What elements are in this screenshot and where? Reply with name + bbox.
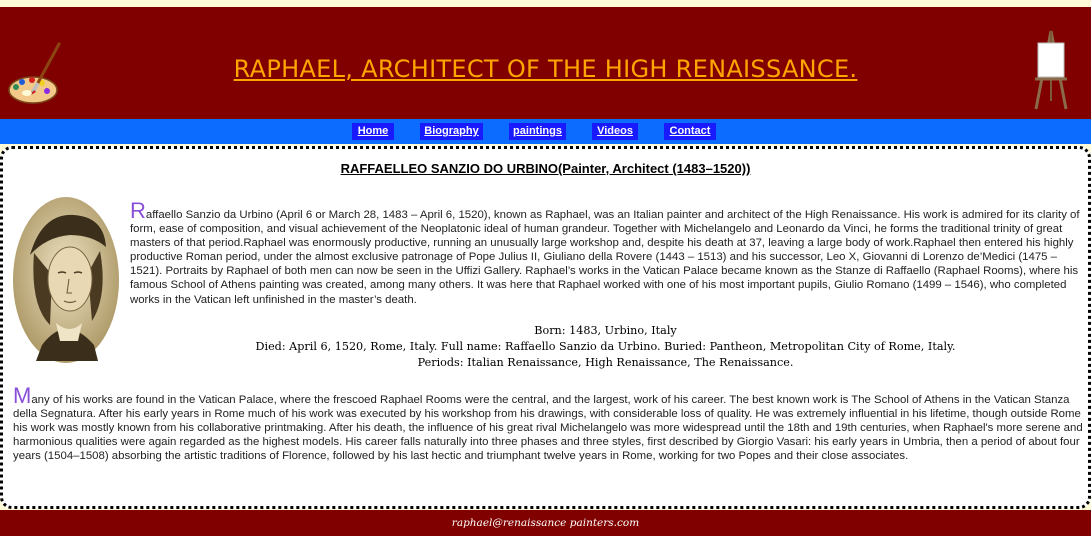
intro-paragraph: Raffaello Sanzio da Urbino (April 6 or M… bbox=[130, 200, 1085, 307]
nav-home-link[interactable]: Home bbox=[352, 123, 394, 140]
site-footer: raphael@renaissance painters.com bbox=[0, 510, 1091, 536]
works-paragraph-text: any of his works are found in the Vatica… bbox=[13, 394, 1083, 463]
footer-email[interactable]: raphael@renaissance painters.com bbox=[0, 517, 1091, 529]
site-header: RAPHAEL, ARCHITECT OF THE HIGH RENAISSAN… bbox=[0, 7, 1091, 119]
nav-videos-link[interactable]: Videos bbox=[592, 123, 638, 140]
raphael-portrait bbox=[13, 197, 119, 363]
section-heading: RAFFAELLEO SANZIO DO URBINO(Painter, Arc… bbox=[340, 161, 751, 176]
nav-paintings-link[interactable]: paintings bbox=[509, 123, 566, 140]
nav-biography-link[interactable]: Biography bbox=[420, 123, 483, 140]
easel-icon bbox=[1034, 30, 1068, 110]
born-fact: Born: 1483, Urbino, Italy bbox=[534, 324, 677, 337]
dropcap-m: M bbox=[13, 383, 32, 408]
main-content: RAFFAELLEO SANZIO DO URBINO(Painter, Arc… bbox=[0, 146, 1091, 509]
facts-block: Born: 1483, Urbino, Italy Died: April 6,… bbox=[123, 323, 1088, 371]
works-paragraph: Many of his works are found in the Vatic… bbox=[13, 385, 1086, 463]
nav-bar: Home Biography paintings Videos Contact bbox=[0, 119, 1091, 144]
dropcap-r: R bbox=[130, 198, 146, 223]
periods-fact: Periods: Italian Renaissance, High Renai… bbox=[417, 356, 794, 369]
page-title: RAPHAEL, ARCHITECT OF THE HIGH RENAISSAN… bbox=[233, 55, 858, 83]
intro-paragraph-text: affaello Sanzio da Urbino (April 6 or Ma… bbox=[130, 209, 1080, 306]
died-fact: Died: April 6, 1520, Rome, Italy. Full n… bbox=[255, 340, 956, 353]
nav-contact-link[interactable]: Contact bbox=[664, 123, 716, 140]
